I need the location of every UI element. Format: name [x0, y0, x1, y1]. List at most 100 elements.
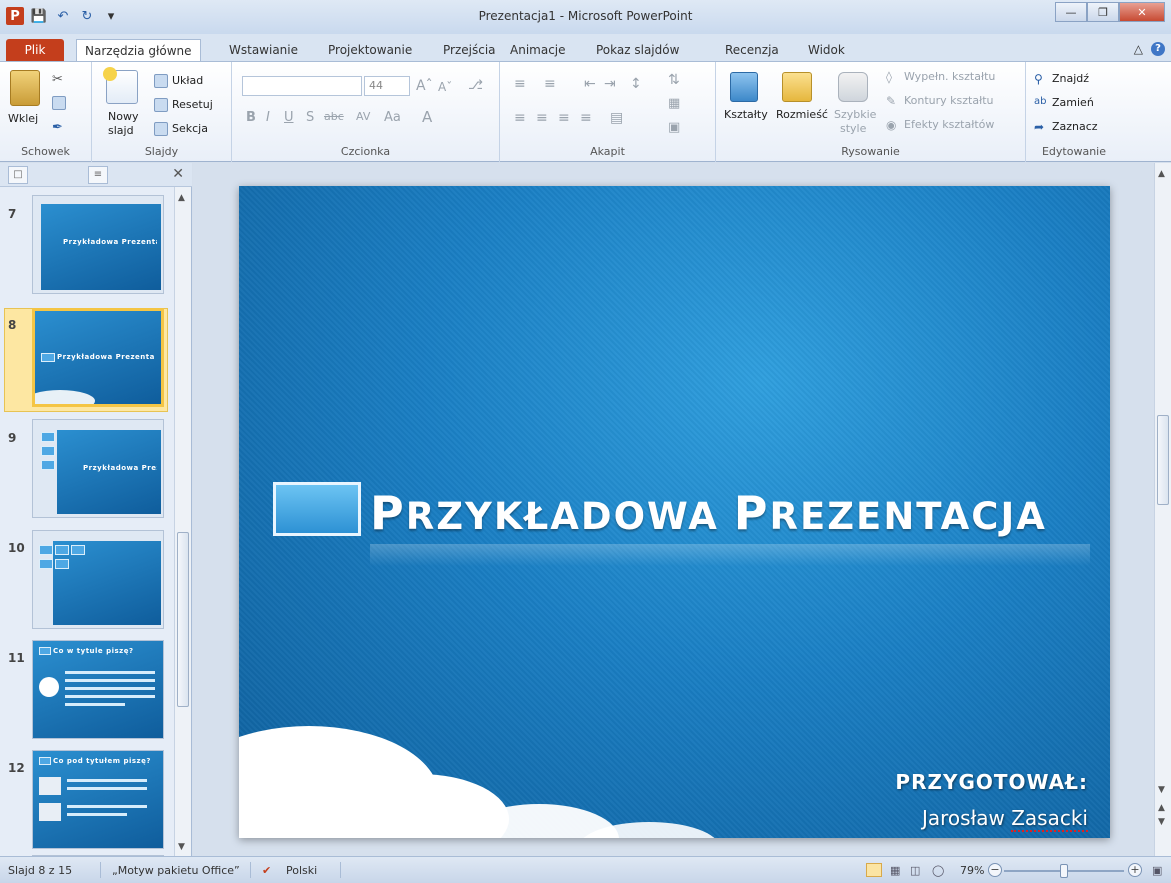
grow-font-icon[interactable]: Aˆ: [416, 78, 433, 94]
arrange-button[interactable]: Rozmieść: [776, 108, 828, 121]
justify-icon[interactable]: ≡: [580, 110, 592, 126]
reading-view-icon[interactable]: ◫: [910, 864, 920, 877]
strikethrough-icon[interactable]: abc: [324, 110, 344, 123]
columns-icon[interactable]: ▤: [610, 110, 623, 126]
replace-button[interactable]: Zamień: [1052, 96, 1094, 109]
shadow-icon[interactable]: S: [306, 110, 314, 125]
slide-thumbnail-10[interactable]: [32, 530, 164, 629]
next-slide-icon[interactable]: ▼: [1158, 817, 1165, 827]
select-button[interactable]: Zaznacz: [1052, 120, 1098, 133]
shape-effects-button[interactable]: Efekty kształtów: [904, 118, 994, 131]
layout-button[interactable]: Układ: [172, 74, 203, 87]
font-color-icon[interactable]: A: [422, 108, 432, 126]
tab-transitions[interactable]: Przejścia: [443, 39, 496, 61]
reset-icon[interactable]: [154, 98, 168, 112]
scroll-down-icon[interactable]: ▼: [1158, 785, 1165, 795]
panel-scroll-thumb[interactable]: [177, 532, 189, 707]
shape-effects-icon[interactable]: ◉: [886, 118, 900, 132]
slide-thumbnail-7[interactable]: Przykładowa Prezentacja: [32, 195, 164, 294]
language-indicator[interactable]: Polski: [286, 864, 317, 877]
smartart-icon[interactable]: ▣: [668, 120, 680, 135]
tab-review[interactable]: Recenzja: [725, 39, 779, 61]
increase-indent-icon[interactable]: ⇥: [604, 76, 616, 92]
close-button[interactable]: ✕: [1119, 2, 1165, 22]
shape-fill-icon[interactable]: ◊: [886, 70, 900, 84]
slides-tab-icon[interactable]: □: [8, 166, 28, 184]
copy-icon[interactable]: [52, 96, 66, 110]
minimize-ribbon-icon[interactable]: △: [1134, 42, 1143, 56]
editor-scrollbar[interactable]: ▲ ▼ ▲ ▼: [1154, 163, 1171, 856]
new-slide-label-1[interactable]: Nowy: [108, 110, 138, 123]
paste-icon[interactable]: [10, 70, 40, 106]
slide-thumbnail-8[interactable]: Przykładowa Prezentacja: [32, 308, 164, 407]
editor-scroll-thumb[interactable]: [1157, 415, 1169, 505]
author-label[interactable]: PRZYGOTOWAŁ:: [895, 770, 1088, 794]
align-text-icon[interactable]: ▦: [668, 96, 680, 111]
shapes-button[interactable]: Kształty: [724, 108, 768, 121]
numbering-icon[interactable]: ≡: [544, 76, 556, 92]
section-button[interactable]: Sekcja: [172, 122, 208, 135]
zoom-level[interactable]: 79%: [960, 864, 984, 877]
fit-to-window-icon[interactable]: ▣: [1152, 864, 1162, 877]
tab-home[interactable]: Narzędzia główne: [76, 39, 201, 61]
current-slide[interactable]: PRZYKŁADOWA PREZENTACJA PRZYGOTOWAŁ: Jar…: [239, 186, 1110, 838]
tab-file[interactable]: Plik: [6, 39, 64, 61]
scroll-up-icon[interactable]: ▲: [1158, 169, 1165, 179]
line-spacing-icon[interactable]: ↕: [630, 76, 642, 92]
new-slide-icon[interactable]: [103, 67, 138, 104]
font-size-field[interactable]: 44: [364, 76, 410, 96]
font-name-field[interactable]: [242, 76, 362, 96]
italic-icon[interactable]: I: [266, 110, 270, 125]
align-center-icon[interactable]: ≡: [536, 110, 548, 126]
proofing-icon[interactable]: ✔: [262, 864, 271, 877]
clear-formatting-icon[interactable]: ⎇: [468, 78, 483, 93]
theme-name[interactable]: „Motyw pakietu Office”: [112, 864, 240, 877]
shape-outline-button[interactable]: Kontury kształtu: [904, 94, 994, 107]
find-icon[interactable]: ⚲: [1034, 72, 1048, 86]
quick-styles-label-2[interactable]: style: [840, 122, 866, 135]
shape-outline-icon[interactable]: ✎: [886, 94, 900, 108]
bold-icon[interactable]: B: [246, 110, 256, 125]
tab-design[interactable]: Projektowanie: [328, 39, 412, 61]
align-right-icon[interactable]: ≡: [558, 110, 570, 126]
find-button[interactable]: Znajdź: [1052, 72, 1089, 85]
tab-view[interactable]: Widok: [808, 39, 845, 61]
quick-styles-label-1[interactable]: Szybkie: [834, 108, 876, 121]
title-box-shape[interactable]: [273, 482, 361, 536]
tab-slideshow[interactable]: Pokaz slajdów: [596, 39, 679, 61]
select-icon[interactable]: ➦: [1034, 120, 1048, 134]
format-painter-icon[interactable]: ✒: [52, 120, 66, 135]
change-case-icon[interactable]: Aa: [384, 110, 401, 125]
author-name[interactable]: Jarosław Zasacki: [922, 806, 1088, 832]
zoom-slider-handle[interactable]: [1060, 864, 1068, 878]
zoom-in-button[interactable]: +: [1128, 863, 1142, 877]
scroll-down-icon[interactable]: ▼: [178, 842, 185, 852]
paste-label[interactable]: Wklej: [8, 112, 38, 125]
minimize-button[interactable]: —: [1055, 2, 1087, 22]
layout-icon[interactable]: [154, 74, 168, 88]
slide-thumbnail-12[interactable]: Co pod tytułem piszę?: [32, 750, 164, 849]
text-direction-icon[interactable]: ⇅: [668, 72, 680, 88]
outline-tab-icon[interactable]: ≡: [88, 166, 108, 184]
slide-title[interactable]: PRZYKŁADOWA PREZENTACJA: [370, 486, 1090, 540]
shrink-font-icon[interactable]: Aˇ: [438, 80, 452, 94]
tab-insert[interactable]: Wstawianie: [229, 39, 298, 61]
slide-thumbnail-11[interactable]: Co w tytule piszę?: [32, 640, 164, 739]
shape-fill-button[interactable]: Wypełn. kształtu: [904, 70, 995, 83]
bullets-icon[interactable]: ≡: [514, 76, 526, 92]
replace-icon[interactable]: ab: [1034, 96, 1048, 110]
help-icon[interactable]: ?: [1151, 42, 1165, 56]
tab-animations[interactable]: Animacje: [510, 39, 566, 61]
slide-thumbnail-9[interactable]: Przykładowa Prezentacja: [32, 419, 164, 518]
close-panel-icon[interactable]: ✕: [172, 166, 184, 182]
scroll-up-icon[interactable]: ▲: [178, 193, 185, 203]
quick-styles-icon[interactable]: [838, 72, 868, 102]
panel-scrollbar[interactable]: ▲ ▼: [174, 187, 191, 856]
decrease-indent-icon[interactable]: ⇤: [584, 76, 596, 92]
new-slide-label-2[interactable]: slajd: [108, 124, 134, 137]
previous-slide-icon[interactable]: ▲: [1158, 803, 1165, 813]
slide-sorter-icon[interactable]: ▦: [890, 864, 900, 877]
shapes-icon[interactable]: [730, 72, 758, 102]
underline-icon[interactable]: U: [284, 110, 294, 125]
normal-view-icon[interactable]: [866, 863, 882, 877]
